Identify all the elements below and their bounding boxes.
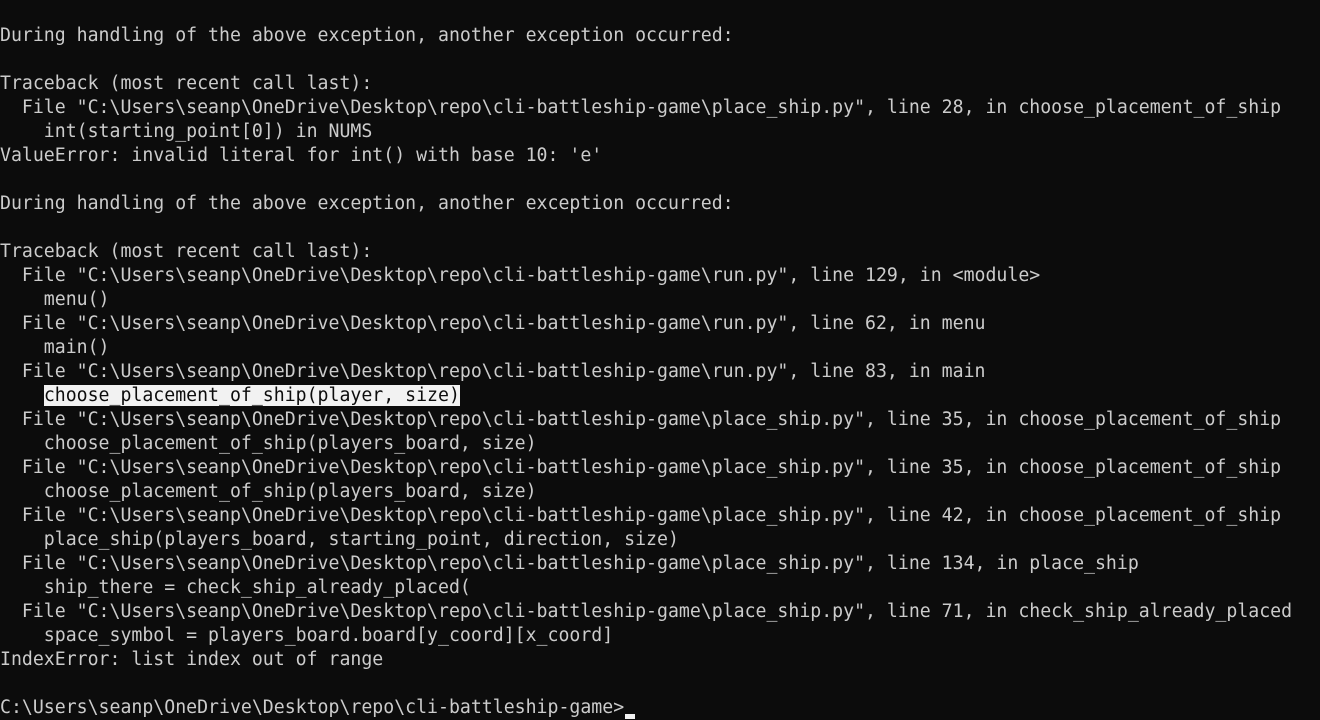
text-cursor — [625, 714, 636, 719]
output-line: space_symbol = players_board.board[y_coo… — [0, 624, 1320, 648]
output-line: ValueError: invalid literal for int() wi… — [0, 144, 1320, 168]
line-text: place_ship(players_board, starting_point… — [0, 529, 679, 550]
terminal-lines: During handling of the above exception, … — [0, 24, 1320, 696]
line-text: During handling of the above exception, … — [0, 25, 734, 46]
output-line: File "C:\Users\seanp\OneDrive\Desktop\re… — [0, 360, 1320, 384]
line-text: File "C:\Users\seanp\OneDrive\Desktop\re… — [0, 97, 1282, 118]
output-line: During handling of the above exception, … — [0, 24, 1320, 48]
output-line: File "C:\Users\seanp\OneDrive\Desktop\re… — [0, 96, 1320, 120]
line-text: IndexError: list index out of range — [0, 649, 384, 670]
prompt-line[interactable]: C:\Users\seanp\OneDrive\Desktop\repo\cli… — [0, 696, 1320, 720]
line-text: ValueError: invalid literal for int() wi… — [0, 145, 603, 166]
line-text: ship_there = check_ship_already_placed( — [0, 577, 471, 598]
line-text: Traceback (most recent call last): — [0, 241, 373, 262]
output-line: File "C:\Users\seanp\OneDrive\Desktop\re… — [0, 456, 1320, 480]
output-line: File "C:\Users\seanp\OneDrive\Desktop\re… — [0, 552, 1320, 576]
line-text: File "C:\Users\seanp\OneDrive\Desktop\re… — [0, 361, 986, 382]
line-text: File "C:\Users\seanp\OneDrive\Desktop\re… — [0, 553, 1139, 574]
line-text: choose_placement_of_ship(players_board, … — [0, 433, 537, 454]
output-line: main() — [0, 336, 1320, 360]
output-line: Traceback (most recent call last): — [0, 240, 1320, 264]
output-line: int(starting_point[0]) in NUMS — [0, 120, 1320, 144]
output-line: File "C:\Users\seanp\OneDrive\Desktop\re… — [0, 264, 1320, 288]
output-line: Traceback (most recent call last): — [0, 72, 1320, 96]
line-text: File "C:\Users\seanp\OneDrive\Desktop\re… — [0, 313, 986, 334]
output-line: During handling of the above exception, … — [0, 192, 1320, 216]
output-line: choose_placement_of_ship(player, size) — [0, 384, 1320, 408]
output-line: choose_placement_of_ship(players_board, … — [0, 432, 1320, 456]
line-text: File "C:\Users\seanp\OneDrive\Desktop\re… — [0, 601, 1293, 622]
line-text: File "C:\Users\seanp\OneDrive\Desktop\re… — [0, 265, 1041, 286]
line-text: int(starting_point[0]) in NUMS — [0, 121, 373, 142]
output-line: IndexError: list index out of range — [0, 648, 1320, 672]
output-line: File "C:\Users\seanp\OneDrive\Desktop\re… — [0, 408, 1320, 432]
line-text: menu() — [0, 289, 110, 310]
line-text: During handling of the above exception, … — [0, 193, 734, 214]
line-text: File "C:\Users\seanp\OneDrive\Desktop\re… — [0, 505, 1282, 526]
output-line: place_ship(players_board, starting_point… — [0, 528, 1320, 552]
line-text: space_symbol = players_board.board[y_coo… — [0, 625, 614, 646]
output-line: ship_there = check_ship_already_placed( — [0, 576, 1320, 600]
output-line: File "C:\Users\seanp\OneDrive\Desktop\re… — [0, 312, 1320, 336]
line-text: main() — [0, 337, 110, 358]
line-text: File "C:\Users\seanp\OneDrive\Desktop\re… — [0, 409, 1282, 430]
command-prompt: C:\Users\seanp\OneDrive\Desktop\repo\cli… — [0, 697, 625, 718]
line-text: Traceback (most recent call last): — [0, 73, 373, 94]
selected-text: choose_placement_of_ship(player, size) — [43, 385, 460, 406]
output-line: File "C:\Users\seanp\OneDrive\Desktop\re… — [0, 600, 1320, 624]
output-line: File "C:\Users\seanp\OneDrive\Desktop\re… — [0, 504, 1320, 528]
output-line: choose_placement_of_ship(players_board, … — [0, 480, 1320, 504]
line-text: choose_placement_of_ship(players_board, … — [0, 481, 537, 502]
terminal-output[interactable]: During handling of the above exception, … — [0, 0, 1320, 720]
line-text: File "C:\Users\seanp\OneDrive\Desktop\re… — [0, 457, 1282, 478]
output-line: menu() — [0, 288, 1320, 312]
